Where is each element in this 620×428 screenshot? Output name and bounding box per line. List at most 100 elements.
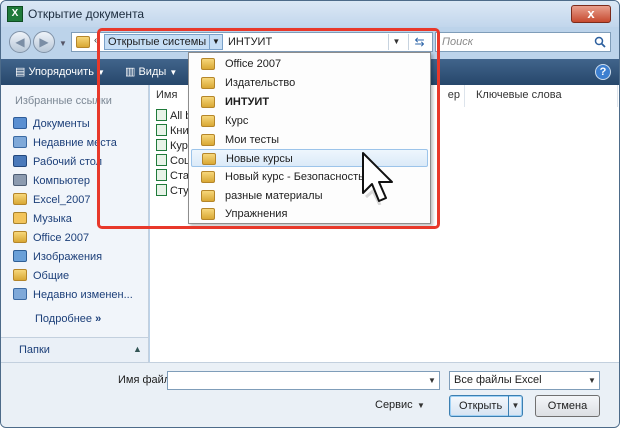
menu-item-course[interactable]: Курс — [191, 112, 428, 130]
folder-icon — [201, 115, 215, 127]
computer-icon — [13, 174, 27, 186]
views-label: Виды — [138, 66, 167, 78]
file-type-select[interactable]: Все файлы Excel ▼ — [449, 371, 600, 390]
folder-icon — [201, 190, 215, 202]
chevron-down-icon: ▼ — [417, 401, 425, 410]
favorite-links-header: Избранные ссылки — [15, 95, 112, 107]
folder-icon — [201, 96, 215, 108]
sidebar-item-public[interactable]: Общие — [13, 267, 69, 285]
more-link[interactable]: Подробнее » — [35, 313, 101, 325]
recent-changed-icon — [13, 288, 27, 300]
menu-item-office-2007[interactable]: Office 2007 — [191, 55, 428, 73]
chevron-down-icon[interactable]: ▼ — [585, 372, 599, 389]
sidebar-item-excel-2007[interactable]: Excel_2007 — [13, 191, 91, 209]
breadcrumb-overflow[interactable]: « — [94, 35, 100, 46]
menu-item-label: Office 2007 — [225, 58, 282, 70]
column-header-author[interactable]: ер — [425, 85, 465, 107]
excel-file-icon — [156, 169, 167, 181]
back-button[interactable]: ◀ — [9, 31, 31, 53]
sidebar-item-computer[interactable]: Компьютер — [13, 172, 90, 190]
menu-item-label: ИНТУИТ — [225, 96, 270, 108]
menu-item-intuit[interactable]: ИНТУИТ — [191, 93, 428, 111]
menu-item-label: Издательство — [225, 77, 296, 89]
file-name: Кур — [170, 140, 188, 152]
chevron-up-icon: ▲ — [133, 344, 142, 354]
folder-icon — [201, 58, 215, 70]
folder-icon — [13, 269, 27, 281]
organize-icon: ▤ — [15, 66, 26, 78]
desktop-icon — [13, 155, 27, 167]
menu-item-various-materials[interactable]: разные материалы — [191, 187, 428, 205]
refresh-button[interactable]: ⇆ — [408, 34, 430, 50]
sidebar-item-documents[interactable]: Документы — [13, 115, 90, 133]
file-type-value: Все файлы Excel — [454, 374, 542, 386]
sidebar-item-pictures[interactable]: Изображения — [13, 248, 102, 266]
double-chevron-icon: » — [95, 313, 102, 325]
views-button[interactable]: ▥ Виды ▼ — [125, 65, 177, 78]
recent-pages-dropdown[interactable]: ▼ — [59, 39, 67, 48]
menu-item-new-courses[interactable]: Новые курсы — [191, 149, 428, 167]
sidebar-item-label: Музыка — [33, 213, 72, 225]
folder-icon — [76, 36, 90, 48]
menu-item-new-course-security[interactable]: Новый курс - Безопасность — [191, 168, 428, 186]
excel-file-icon — [156, 184, 167, 196]
dialog-footer: Имя файла: ▼ Все файлы Excel ▼ Сервис ▼ … — [1, 362, 619, 427]
menu-item-exercises[interactable]: Упражнения — [191, 205, 428, 223]
folder-icon — [201, 208, 215, 220]
sidebar-item-recently-changed[interactable]: Недавно изменен... — [13, 286, 133, 304]
sidebar-item-recent-places[interactable]: Недавние места — [13, 134, 117, 152]
sidebar-item-label: Недавно изменен... — [33, 289, 133, 301]
file-name: Кни — [170, 125, 189, 137]
tools-button[interactable]: Сервис — [375, 399, 413, 411]
open-label: Открыть — [459, 400, 503, 412]
views-icon: ▥ — [125, 66, 136, 78]
close-button[interactable]: x — [571, 5, 611, 23]
chevron-down-icon[interactable]: ▼ — [425, 372, 439, 389]
more-label: Подробнее — [35, 313, 93, 325]
breadcrumb-intuit[interactable]: ИНТУИТ — [228, 35, 272, 49]
open-options-dropdown[interactable]: ▼ — [508, 396, 522, 416]
organize-button[interactable]: ▤ Упорядочить ▼ — [15, 65, 105, 78]
sidebar-item-label: Рабочий стол — [33, 156, 103, 168]
folders-label: Папки — [19, 344, 50, 356]
pictures-icon — [13, 250, 27, 262]
folder-icon — [202, 153, 216, 165]
breadcrumb-dropdown-menu: Office 2007 Издательство ИНТУИТ Курс Мои… — [188, 52, 431, 224]
menu-item-label: разные материалы — [225, 190, 323, 202]
cancel-button[interactable]: Отмена — [535, 395, 600, 417]
chevron-down-icon: ▼ — [169, 68, 178, 77]
sidebar-item-desktop[interactable]: Рабочий стол — [13, 153, 102, 171]
open-button[interactable]: Открыть ▼ — [449, 395, 523, 417]
folder-icon — [13, 193, 27, 205]
menu-item-label: Курс — [225, 115, 249, 127]
folder-icon — [13, 231, 27, 243]
column-header-keywords[interactable]: Ключевые слова — [470, 85, 618, 107]
menu-item-publishing[interactable]: Издательство — [191, 74, 428, 92]
search-icon[interactable] — [594, 36, 606, 48]
menu-item-label: Упражнения — [225, 208, 288, 220]
address-bar[interactable]: « Открытые системы ▼ ИНТУИТ ▼ ⇆ — [71, 32, 433, 52]
filename-field[interactable]: ▼ — [167, 371, 440, 390]
excel-file-icon — [156, 139, 167, 151]
menu-item-label: Мои тесты — [225, 134, 280, 146]
excel-file-icon — [156, 154, 167, 166]
help-icon[interactable]: ? — [595, 64, 611, 80]
address-history-dropdown[interactable]: ▼ — [388, 34, 404, 50]
menu-item-label: Новые курсы — [226, 153, 293, 165]
sidebar-item-office-2007[interactable]: Office 2007 — [13, 229, 89, 247]
search-input[interactable]: Поиск — [435, 32, 611, 52]
open-document-dialog: X Открытие документа x ◀ ▶ ▼ « Открытые … — [0, 0, 620, 428]
navigation-pane: Избранные ссылки Документы Недавние мест… — [1, 85, 149, 362]
menu-item-label: Новый курс - Безопасность — [225, 171, 364, 183]
window-title: Открытие документа — [28, 7, 145, 21]
sidebar-item-label: Недавние места — [33, 137, 117, 149]
forward-button[interactable]: ▶ — [33, 31, 55, 53]
sidebar-item-label: Документы — [33, 118, 90, 130]
folder-icon — [201, 77, 215, 89]
menu-item-my-tests[interactable]: Мои тесты — [191, 131, 428, 149]
breadcrumb-dropdown-button[interactable]: ▼ — [209, 34, 223, 50]
sidebar-item-label: Компьютер — [33, 175, 90, 187]
sidebar-item-music[interactable]: Музыка — [13, 210, 72, 228]
folders-toggle[interactable]: Папки ▲ — [1, 337, 148, 362]
breadcrumb-open-systems[interactable]: Открытые системы — [104, 34, 211, 50]
